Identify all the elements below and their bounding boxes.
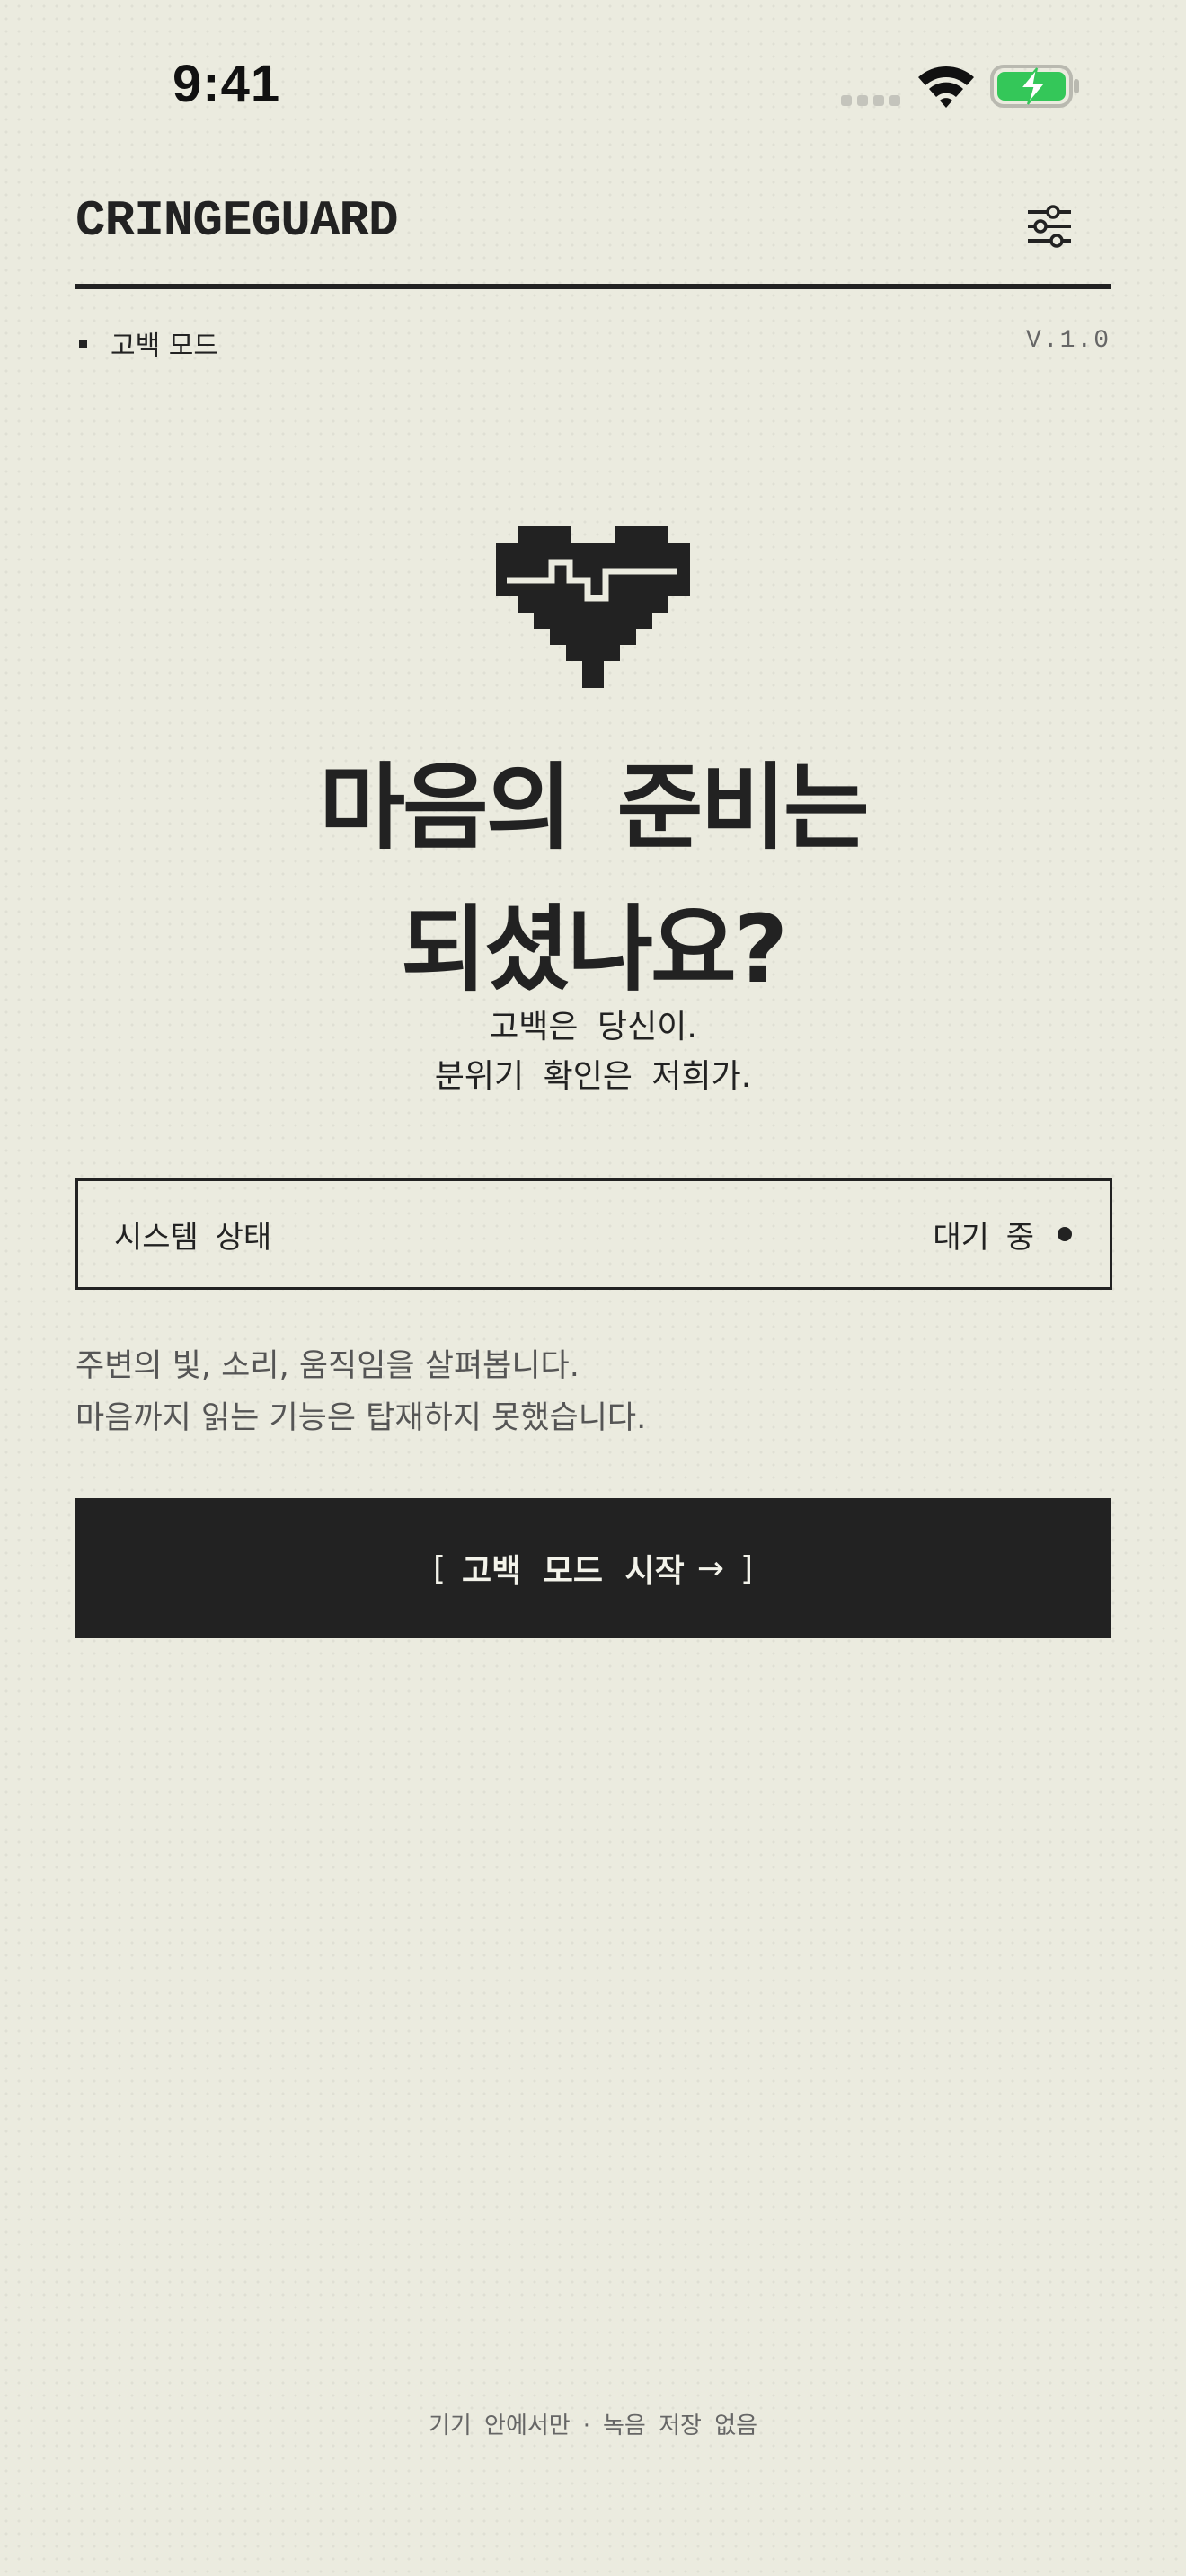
- app-logo: CRINGEGUARD: [75, 192, 399, 250]
- page-title: 마음의 준비는 되셨나요?: [0, 737, 1186, 1020]
- hero-subtitle: 고백은 당신이. 분위기 확인은 저희가.: [0, 1002, 1186, 1101]
- system-status-panel: 시스템 상태 대기 중: [75, 1178, 1112, 1290]
- signal-icon: [841, 95, 900, 106]
- mode-label: 고백 모드: [111, 331, 218, 362]
- header-divider: [75, 284, 1111, 289]
- description-line-1: 주변의 빛, 소리, 움직임을 살펴봅니다.: [75, 1348, 580, 1384]
- footer-on-device: 기기 안에서만: [428, 2413, 571, 2439]
- description: 주변의 빛, 소리, 움직임을 살펴봅니다. 마음까지 읽는 기능은 탑재하지 …: [75, 1340, 1111, 1444]
- subtitle-line-2: 분위기 확인은 저희가.: [434, 1058, 752, 1095]
- sliders-icon[interactable]: [1012, 199, 1076, 253]
- subtitle-line-1: 고백은 당신이.: [489, 1009, 697, 1045]
- start-button-label: 고백 모드 시작: [462, 1553, 685, 1590]
- headline-line-2: 되셨나요?: [400, 895, 788, 1004]
- privacy-footer: 기기 안에서만 · 녹음 저장 없음: [0, 2407, 1186, 2440]
- bracket-open: [: [432, 1549, 447, 1587]
- footer-no-recording: 녹음 저장 없음: [603, 2413, 758, 2439]
- system-status-label: 시스템 상태: [114, 1219, 272, 1256]
- arrow-right-icon: →: [696, 1549, 724, 1587]
- mode-tag: 고백 모드: [75, 323, 218, 363]
- headline-line-1: 마음의 준비는: [319, 753, 869, 862]
- wifi-icon: [918, 66, 974, 108]
- version-label: V.1.0: [1025, 327, 1111, 355]
- pixel-heart-pulse-icon: [496, 526, 690, 688]
- footer-separator: ·: [582, 2413, 590, 2439]
- system-status-indicator: 대기 중: [933, 1213, 1072, 1257]
- start-confession-mode-button[interactable]: [ 고백 모드 시작 → ]: [75, 1498, 1111, 1638]
- status-time: 9:41: [173, 55, 281, 113]
- status-dot-icon: [1058, 1227, 1072, 1241]
- bracket-close: ]: [739, 1549, 754, 1587]
- battery-charging-icon: [990, 65, 1079, 108]
- description-line-2: 마음까지 읽는 기능은 탑재하지 못했습니다.: [75, 1400, 647, 1436]
- system-status-value: 대기 중: [933, 1219, 1034, 1256]
- mode-bullet-icon: [79, 339, 87, 348]
